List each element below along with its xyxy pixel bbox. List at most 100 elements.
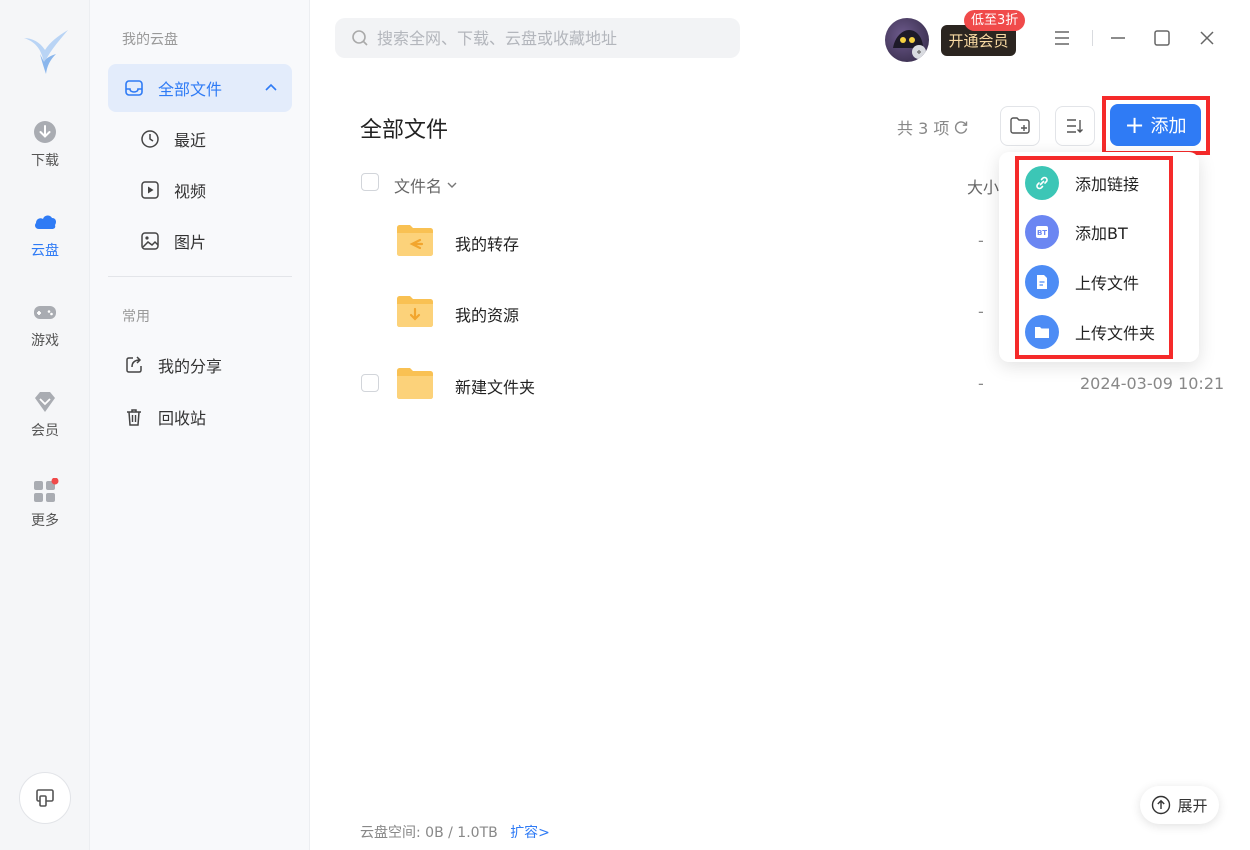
sort-icon [1067,119,1083,133]
link-icon [1025,166,1059,200]
maximize-button[interactable] [1152,28,1172,48]
apps-icon [34,478,59,502]
column-header-name-label: 文件名 [394,177,443,196]
menu-item-add-link[interactable]: 添加链接 [1025,165,1139,201]
diamond-icon [35,392,55,412]
file-size: - [978,231,984,250]
close-icon [1200,31,1214,45]
item-count-text: 共 3 项 [897,119,950,138]
file-size: - [978,302,984,321]
menu-item-label: 上传文件 [1075,274,1140,293]
rail-item-label: 游戏 [31,333,59,349]
search-icon [352,30,368,46]
close-button[interactable] [1197,28,1217,48]
rail-item-cloud[interactable]: 云盘 [0,208,90,268]
rail-item-label: 更多 [31,513,59,529]
hamburger-icon [1055,31,1069,45]
sidebar-group-title: 常用 [122,309,150,325]
rail-item-label: 下载 [31,153,59,169]
upload-arrow-icon [1152,795,1171,815]
minimize-icon [1111,37,1125,39]
select-all-checkbox[interactable] [361,173,379,191]
app-logo-icon [24,30,68,74]
inbox-icon [125,80,143,96]
folder-icon [397,368,433,399]
sidebar-item-pictures[interactable]: 图片 [108,217,292,265]
menu-button[interactable] [1052,28,1072,48]
file-name[interactable]: 我的转存 [455,231,519,255]
sidebar-item-my-share[interactable]: 我的分享 [108,341,292,389]
file-date: 2024-03-09 10:21 [1080,374,1225,393]
clock-icon [141,130,159,148]
sidebar: 我的云盘 全部文件 最近 视频 图片 常用 我的分享 回收站 [90,0,310,850]
rail-item-games[interactable]: 游戏 [0,298,90,358]
column-header-size[interactable]: 大小 [967,174,999,198]
nav-rail: 下载 云盘 游戏 会员 更多 [0,0,90,850]
share-icon [126,356,142,373]
video-icon [141,181,159,199]
bt-icon: BT [1025,215,1059,249]
plus-icon: + [1124,111,1145,139]
download-icon [34,121,56,143]
rail-item-label: 会员 [31,423,59,439]
refresh-icon[interactable] [953,119,969,135]
rail-item-label: 云盘 [31,243,59,259]
page-title: 全部文件 [360,118,449,143]
storage-info: 云盘空间: 0B / 1.0TB 扩容> [360,822,550,842]
menu-item-label: 添加链接 [1075,175,1140,194]
expand-storage-link[interactable]: 扩容> [510,825,550,841]
file-size: - [978,374,984,393]
rail-item-download[interactable]: 下载 [0,118,90,178]
trash-icon [127,409,141,426]
cloud-icon [35,215,56,229]
new-folder-button[interactable] [1000,106,1040,146]
rail-item-more[interactable]: 更多 [0,478,90,538]
sidebar-group-title: 我的云盘 [122,32,178,48]
sort-button[interactable] [1055,106,1095,146]
menu-item-upload-folder[interactable]: 上传文件夹 [1025,314,1155,350]
storage-value: 0B / 1.0TB [425,825,498,841]
sidebar-item-label: 全部文件 [158,80,223,99]
search-box[interactable] [335,18,740,58]
item-count: 共 3 项 [897,115,969,139]
chevron-up-icon[interactable] [264,81,278,95]
avatar-image-icon [893,30,926,59]
add-dropdown-menu: 添加链接 BT 添加BT 上传文件 上传文件夹 [999,152,1199,362]
add-button-label: 添加 [1150,116,1187,137]
menu-item-label: 上传文件夹 [1075,324,1156,343]
avatar[interactable] [885,18,929,62]
menu-item-add-bt[interactable]: BT 添加BT [1025,214,1128,250]
chevron-down-icon [447,182,457,188]
download-folder-icon [397,296,433,327]
sidebar-item-video[interactable]: 视频 [108,166,292,214]
table-row[interactable]: 新建文件夹 - 2024-03-09 10:21 [340,353,1230,423]
app-window: 下载 云盘 游戏 会员 更多 我的云盘 全部文件 最近 视频 图片 常用 我的分… [0,0,1250,850]
minimize-button[interactable] [1108,28,1128,48]
expand-button-label: 展开 [1177,796,1208,815]
window-controls-divider [1092,30,1093,46]
discount-badge: 低至3折 [964,10,1026,31]
rail-item-vip[interactable]: 会员 [0,388,90,448]
sidebar-item-label: 回收站 [158,409,207,428]
sidebar-item-recent[interactable]: 最近 [108,115,292,163]
svg-text:BT: BT [1037,229,1047,237]
device-switch-button[interactable] [19,772,71,824]
device-icon [36,789,54,807]
file-icon [1025,265,1059,299]
sidebar-item-all-files[interactable]: 全部文件 [108,64,292,112]
file-name[interactable]: 我的资源 [455,302,519,326]
add-button[interactable]: + 添加 [1110,104,1201,146]
sidebar-item-label: 我的分享 [158,357,223,376]
menu-item-label: 添加BT [1075,224,1128,243]
sidebar-item-label: 最近 [174,131,207,150]
sidebar-item-recycle-bin[interactable]: 回收站 [108,393,292,441]
folder-icon [1025,315,1059,349]
expand-button[interactable]: 展开 [1140,786,1219,824]
sidebar-item-label: 视频 [174,182,207,201]
new-folder-icon [1010,117,1030,134]
search-input[interactable] [377,28,717,48]
sidebar-item-label: 图片 [174,233,207,252]
file-name[interactable]: 新建文件夹 [455,374,535,398]
column-header-name[interactable]: 文件名 [394,173,458,197]
menu-item-upload-file[interactable]: 上传文件 [1025,264,1139,300]
